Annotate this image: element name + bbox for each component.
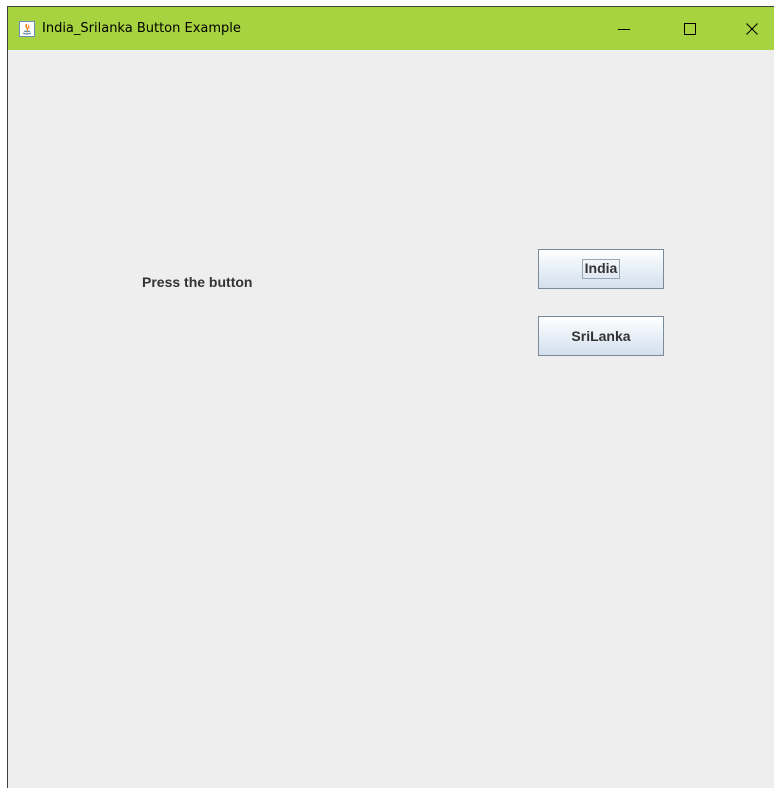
india-button-label: India bbox=[581, 259, 621, 279]
minimize-button[interactable] bbox=[601, 7, 647, 50]
india-button[interactable]: India bbox=[538, 249, 664, 289]
window-title: India_Srilanka Button Example bbox=[42, 21, 241, 36]
app-window: India_Srilanka Button Example Press the … bbox=[7, 6, 774, 788]
java-app-icon[interactable] bbox=[19, 21, 35, 37]
maximize-icon bbox=[684, 22, 696, 35]
close-button[interactable] bbox=[729, 7, 774, 50]
content-panel: Press the button India SriLanka bbox=[8, 50, 774, 788]
title-bar[interactable]: India_Srilanka Button Example bbox=[8, 7, 774, 50]
maximize-button[interactable] bbox=[667, 7, 713, 50]
srilanka-button[interactable]: SriLanka bbox=[538, 316, 664, 356]
srilanka-button-label: SriLanka bbox=[571, 328, 631, 344]
press-the-button-label: Press the button bbox=[142, 274, 253, 290]
minimize-icon bbox=[618, 28, 630, 30]
close-icon bbox=[746, 22, 758, 35]
